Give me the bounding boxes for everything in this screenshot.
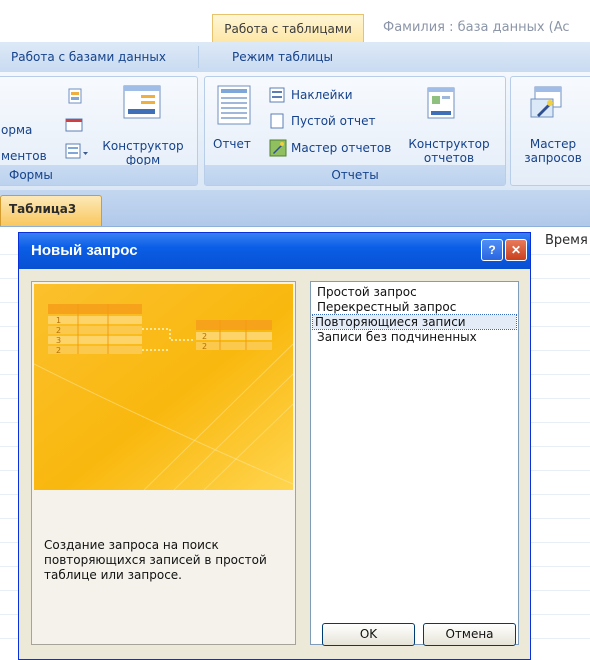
labels-icon [269,87,285,106]
preview-number: 2 [56,326,61,335]
report-wizard-button[interactable]: Мастер отчетов [291,141,391,155]
window-title: Фамилия : база данных (Ac [383,20,570,35]
help-icon: ? [488,243,496,257]
report-designer-label-1: Конструктор [408,137,490,151]
help-button[interactable]: ? [481,239,503,261]
title-strip: Работа с таблицами Фамилия : база данных… [0,0,590,42]
ok-button[interactable]: OK [322,623,415,646]
blank-report-button[interactable]: Пустой отчет [291,114,375,128]
ribbon: орма ментов Конструктор форм Формы Отчет… [0,72,590,190]
dialog-titlebar[interactable]: Новый запрос ? ✕ [19,233,530,269]
more-forms-icon[interactable] [65,143,89,162]
document-tab-table3[interactable]: Таблица3 [0,195,102,226]
cancel-button[interactable]: Отмена [423,623,516,646]
form-designer-button[interactable]: Конструктор форм [101,139,185,167]
report-icon[interactable] [217,85,251,128]
context-tab-table-tools[interactable]: Работа с таблицами [212,14,364,42]
ribbon-tab-row: Работа с базами данных Режим таблицы [0,42,590,73]
report-designer-button[interactable]: Конструктор отчетов [401,137,497,165]
list-item-unmatched-records[interactable]: Записи без подчиненных [315,330,479,344]
preview-pane: 1 2 3 2 2 2 Создание запроса на поиск по… [31,281,296,645]
tab-database-tools[interactable]: Работа с базами данных [11,42,166,72]
preview-number: 1 [56,316,61,325]
list-item-duplicate-records[interactable]: Повторяющиеся записи [312,314,517,330]
list-item-simple-query[interactable]: Простой запрос [315,285,419,299]
source-table-icon [48,304,142,354]
new-query-dialog: Новый запрос ? ✕ 1 2 3 2 2 2 Создание за… [18,232,531,660]
documents-label[interactable]: ментов [1,149,47,163]
duplicate-records-preview-image: 1 2 3 2 2 2 [34,284,293,490]
report-designer-label-2: отчетов [423,151,475,165]
reports-group-caption: Отчеты [205,165,505,185]
tab-datasheet[interactable]: Режим таблицы [232,42,333,72]
report-wizard-icon [269,139,287,160]
blank-report-icon [269,113,285,132]
query-wizard-label-1: Мастер [529,137,577,151]
ribbon-group-forms: орма ментов Конструктор форм Формы [0,76,198,186]
list-item-crosstab-query[interactable]: Перекрестный запрос [315,300,458,314]
form-designer-icon[interactable] [123,85,161,122]
ribbon-group-queries: Мастер запросов [510,76,590,186]
close-button[interactable]: ✕ [505,239,527,261]
preview-number: 2 [202,342,207,351]
report-designer-icon [427,87,455,122]
form-label[interactable]: орма [1,123,32,137]
close-icon: ✕ [510,243,522,257]
column-header-time[interactable]: Время [525,230,590,252]
query-description: Создание запроса на поиск повторяющихся … [44,538,267,582]
form-designer-label-1: Конструктор [102,139,184,153]
document-tab-bar: Таблица3 [0,190,590,227]
dialog-title: Новый запрос [31,242,138,259]
tab-separator [198,46,199,68]
query-type-list[interactable]: Простой запрос Перекрестный запрос Повто… [310,281,519,645]
forms-group-caption: Формы [0,165,197,185]
form-split-icon[interactable] [67,87,85,108]
ribbon-group-reports: Отчет Наклейки Пустой отчет Мастер отчет… [204,76,506,186]
query-wizard-icon [529,85,563,122]
preview-number: 2 [56,346,61,355]
query-wizard-label-2: запросов [524,151,582,165]
labels-button[interactable]: Наклейки [291,88,353,102]
preview-number: 3 [56,336,61,345]
result-table-icon [196,320,272,350]
report-button[interactable]: Отчет [213,137,251,151]
preview-number: 2 [202,332,207,341]
blank-form-icon[interactable] [65,117,83,136]
query-wizard-button[interactable]: Мастер запросов [521,137,585,165]
